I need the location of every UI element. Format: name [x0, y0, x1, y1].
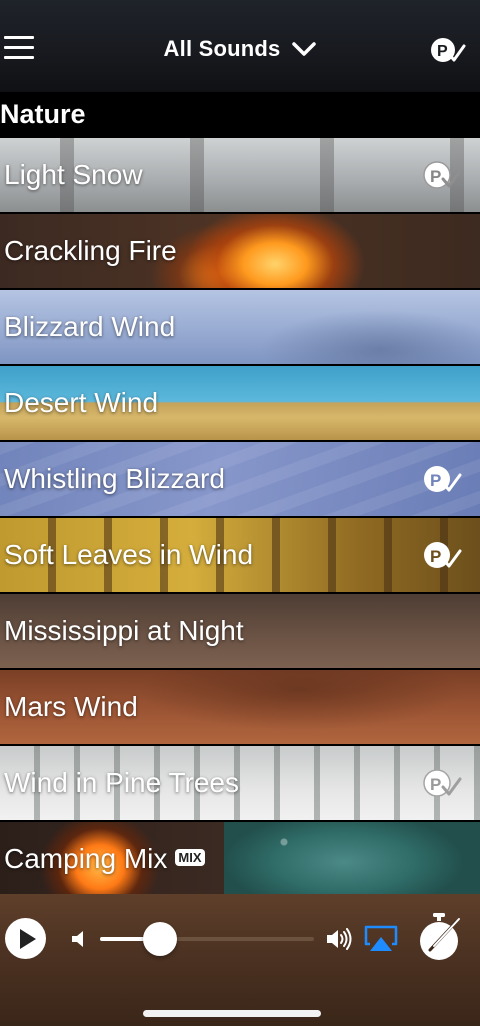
airplay-icon[interactable] [364, 924, 398, 954]
premium-check-icon[interactable]: P [428, 34, 466, 68]
hamburger-menu-icon[interactable] [4, 36, 34, 60]
sound-list: Light Snow P Crackling Fire Blizzard Win… [0, 138, 480, 898]
sound-name: Mississippi at Night [4, 615, 244, 646]
sound-row-whistling-blizzard[interactable]: Whistling Blizzard P [0, 442, 480, 516]
sound-name-text: Camping Mix [4, 843, 168, 874]
volume-high-icon [327, 928, 352, 950]
volume-slider[interactable] [100, 922, 314, 956]
sound-row-desert-wind[interactable]: Desert Wind [0, 366, 480, 440]
volume-low-icon [72, 931, 83, 947]
mix-badge: MIX [175, 849, 205, 866]
sound-name: Whistling Blizzard [4, 463, 225, 494]
premium-check-icon: P [423, 769, 462, 797]
sound-name: Light Snow [4, 159, 143, 190]
page-title: All Sounds [163, 36, 281, 61]
section-label: Nature [0, 99, 86, 129]
sound-row-light-snow[interactable]: Light Snow P [0, 138, 480, 212]
sound-name: Wind in Pine Trees [4, 767, 239, 798]
sound-name: Mars Wind [4, 691, 138, 722]
chevron-down-icon [292, 42, 317, 56]
premium-check-icon: P [424, 542, 462, 568]
sound-row-mars-wind[interactable]: Mars Wind [0, 670, 480, 744]
premium-check-icon: P [423, 161, 462, 189]
sound-row-mississippi-at-night[interactable]: Mississippi at Night [0, 594, 480, 668]
sound-name: Crackling Fire [4, 235, 177, 266]
premium-check-icon: P [424, 466, 462, 492]
sound-name: Blizzard Wind [4, 311, 176, 342]
volume-thumb[interactable] [143, 922, 177, 956]
sound-row-wind-in-pine-trees[interactable]: Wind in Pine Trees P [0, 746, 480, 820]
sound-row-crackling-fire[interactable]: Crackling Fire [0, 214, 480, 288]
timer-icon[interactable] [416, 912, 462, 962]
svg-text:P: P [430, 775, 441, 794]
player-bar [0, 894, 480, 1026]
play-button[interactable] [5, 918, 46, 959]
section-header: Nature [0, 92, 480, 138]
row-background-image [224, 822, 480, 896]
sound-name: Camping Mix MIX [4, 842, 205, 876]
play-icon [20, 929, 36, 949]
svg-text:P: P [430, 167, 441, 186]
svg-text:P: P [430, 547, 441, 566]
sound-name: Desert Wind [4, 387, 159, 418]
sound-row-soft-leaves-in-wind[interactable]: Soft Leaves in Wind P [0, 518, 480, 592]
app-screen: All Sounds P Nature Light Snow P Crackli… [0, 0, 480, 1026]
sounds-category-dropdown[interactable]: All Sounds [150, 30, 330, 68]
top-bar: All Sounds P [0, 0, 480, 92]
sound-name: Soft Leaves in Wind [4, 539, 254, 570]
sound-row-blizzard-wind[interactable]: Blizzard Wind [0, 290, 480, 364]
sound-row-camping-mix[interactable]: Camping Mix MIX [0, 822, 480, 896]
home-indicator [143, 1010, 321, 1017]
svg-text:P: P [437, 43, 448, 60]
svg-text:P: P [430, 471, 441, 490]
